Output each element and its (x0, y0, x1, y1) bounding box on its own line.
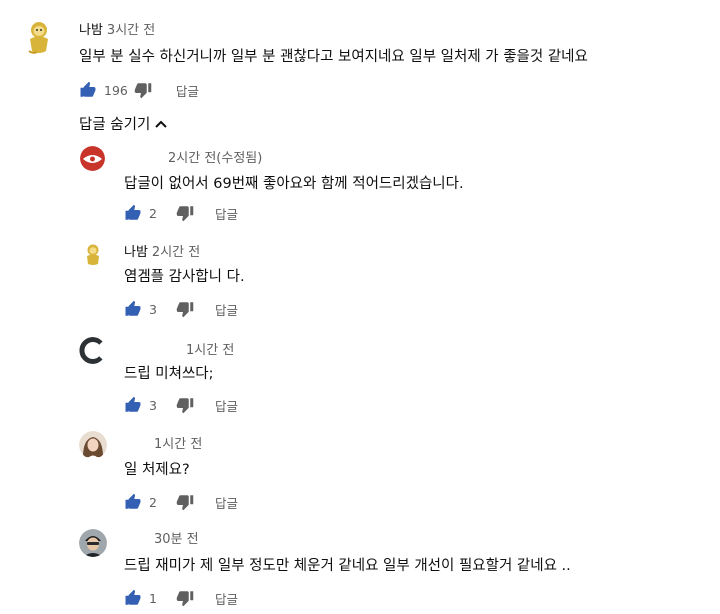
like-count: 1 (149, 590, 157, 606)
comment-text: 염겜플 감사합니 다. (124, 269, 245, 285)
thumbs-down-icon[interactable] (176, 204, 194, 222)
thumbs-up-icon[interactable] (124, 300, 142, 318)
thumbs-down-icon[interactable] (176, 396, 194, 414)
comment-header: 30분 전 (124, 528, 199, 547)
chevron-up-icon (155, 120, 168, 128)
yellow-character-avatar-icon (19, 17, 59, 57)
top-comment: 나밤 3시간 전 일부 분 실수 하신거니까 일부 분 괜찮다고 보여지네요 일부… (0, 0, 720, 110)
reply-button[interactable]: 답글 (215, 589, 238, 608)
avatar[interactable] (80, 146, 105, 171)
comment-header: 나밤 3시간 전 (79, 19, 155, 38)
reply-item: 나밤 2시간 전 염겜플 감사합니 다. 3 답글 (0, 236, 720, 326)
reply-button[interactable]: 답글 (215, 493, 238, 512)
reply-item: 30분 전 드립 재미가 제 일부 정도만 체운거 같네요 일부 개선이 필요할… (0, 524, 720, 614)
comment-text: 드립 미쳐쓰다; (124, 366, 214, 382)
comment-text: 일 처제요? (124, 462, 190, 478)
comment-actions: 3 답글 (124, 395, 238, 415)
thumbs-up-icon[interactable] (124, 204, 142, 222)
yellow-character-avatar-icon (80, 241, 106, 267)
hide-replies-label: 답글 숨기기 (79, 117, 151, 133)
reply-item: 2시간 전(수정됨) 답글이 없어서 69번째 좋아요와 함께 적어드리겠습니다… (0, 140, 720, 230)
thumbs-down-icon[interactable] (134, 81, 152, 99)
like-count: 3 (149, 301, 157, 317)
thumbs-down-icon[interactable] (176, 493, 194, 511)
like-count: 3 (149, 397, 157, 413)
avatar[interactable] (79, 337, 106, 364)
reply-button[interactable]: 답글 (215, 204, 238, 223)
like-count: 196 (104, 82, 128, 98)
reply-button[interactable]: 답글 (215, 300, 238, 319)
comment-time[interactable]: 2시간 전(수정됨) (168, 151, 262, 166)
comment-actions: 3 답글 (124, 299, 238, 319)
comment-time[interactable]: 30분 전 (154, 532, 199, 547)
dark-ring-avatar-icon (79, 337, 106, 364)
comment-actions: 2 답글 (124, 203, 238, 223)
comment-text: 답글이 없어서 69번째 좋아요와 함께 적어드리겠습니다. (124, 176, 464, 192)
person-photo-avatar-icon (79, 431, 107, 459)
reply-button[interactable]: 답글 (176, 81, 199, 100)
thumbs-up-icon[interactable] (124, 396, 142, 414)
like-count: 2 (149, 205, 157, 221)
comment-text: 일부 분 실수 하신거니까 일부 분 괜찮다고 보여지네요 일부 일처제 가 좋… (79, 49, 588, 65)
thumbs-down-icon[interactable] (176, 589, 194, 607)
comment-actions: 196 답글 (79, 80, 199, 100)
avatar[interactable] (79, 529, 107, 557)
thumbs-down-icon[interactable] (176, 300, 194, 318)
reply-item: 1시간 전 드립 미쳐쓰다; 3 답글 (0, 332, 720, 422)
comment-header: 나밤 2시간 전 (124, 241, 200, 260)
comment-time[interactable]: 1시간 전 (186, 343, 234, 358)
reply-button[interactable]: 답글 (215, 396, 238, 415)
comment-actions: 2 답글 (124, 492, 238, 512)
comment-time[interactable]: 3시간 전 (107, 23, 155, 38)
comment-time[interactable]: 1시간 전 (154, 437, 202, 452)
reply-item: 1시간 전 일 처제요? 2 답글 (0, 428, 720, 518)
comment-header: 1시간 전 (124, 339, 234, 358)
thumbs-up-icon[interactable] (79, 81, 97, 99)
person-photo-avatar-icon (79, 529, 107, 557)
comment-header: 1시간 전 (124, 433, 202, 452)
comment-text: 드립 재미가 제 일부 정도만 체운거 같네요 일부 개선이 필요할거 같네요 … (124, 558, 571, 574)
comment-time[interactable]: 2시간 전 (152, 245, 200, 260)
avatar[interactable] (80, 241, 106, 267)
author-name[interactable]: 나밤 (124, 245, 148, 260)
author-name[interactable]: 나밤 (79, 23, 103, 38)
comment-actions: 1 답글 (124, 588, 238, 608)
comment-header: 2시간 전(수정됨) (124, 147, 262, 166)
avatar[interactable] (79, 431, 107, 459)
like-count: 2 (149, 494, 157, 510)
hide-replies-button[interactable]: 답글 숨기기 (79, 113, 168, 134)
avatar[interactable] (19, 17, 59, 57)
red-logo-avatar-icon (80, 146, 105, 171)
thumbs-up-icon[interactable] (124, 493, 142, 511)
thumbs-up-icon[interactable] (124, 589, 142, 607)
